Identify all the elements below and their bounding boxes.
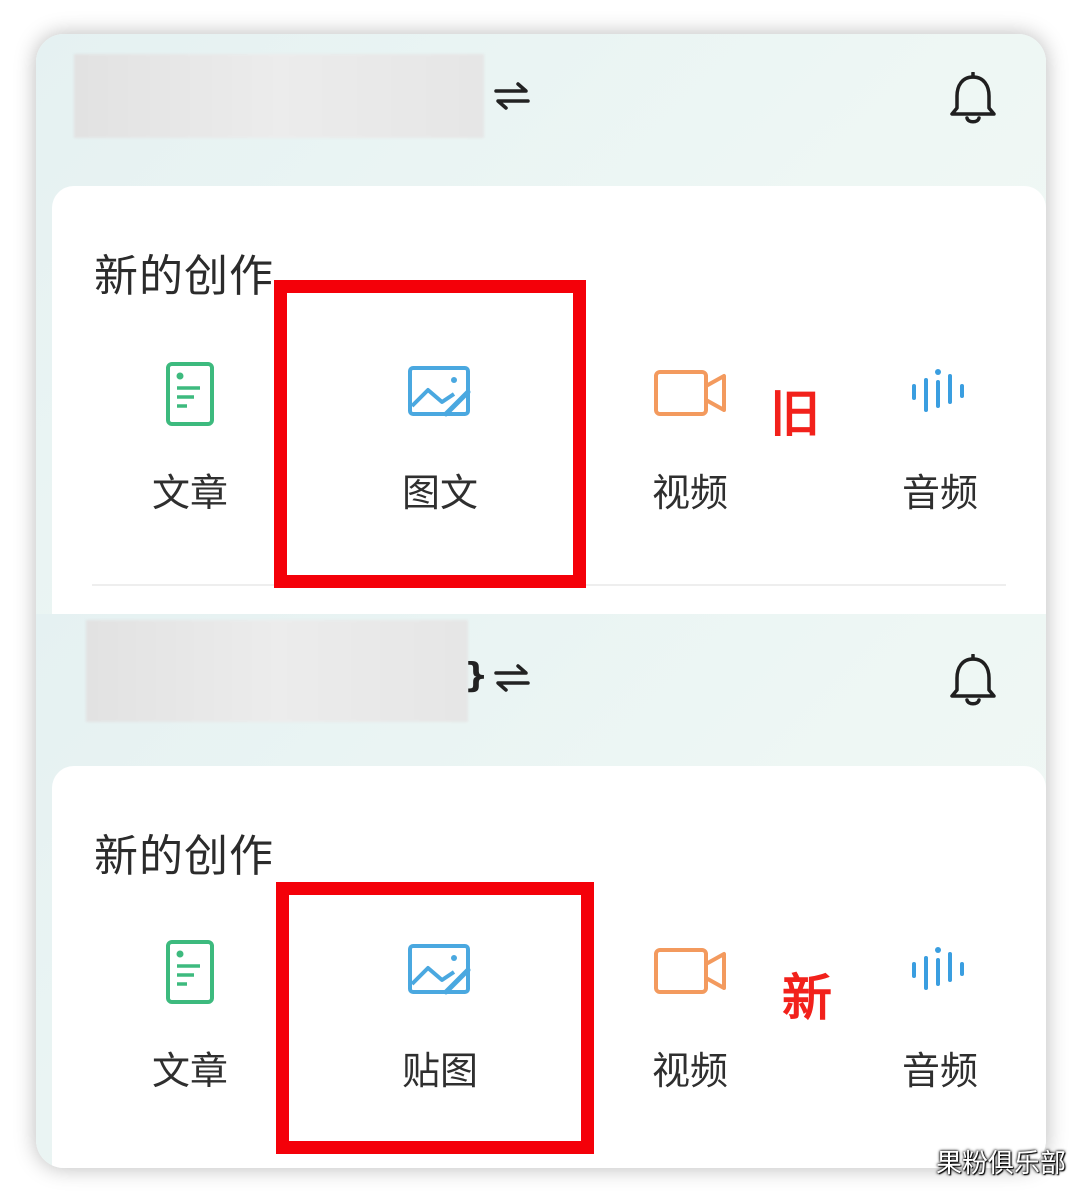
video-icon [654,370,726,416]
notification-bell-icon[interactable] [948,654,998,708]
tile-label: 文章 [151,471,228,515]
blurred-account-name [74,54,484,138]
tile-label: 音频 [901,1049,978,1093]
watermark: 果粉俱乐部 [935,1149,1066,1179]
old-highlight-box [274,280,586,588]
audio-icon [912,369,964,412]
tile-audio[interactable]: 音频 [860,940,1020,1110]
header-text-fragment: } [464,656,489,696]
card-title: 新的创作 [94,831,274,882]
tile-label: 音频 [901,471,978,515]
card-title: 新的创作 [94,251,274,302]
audio-icon [912,947,964,990]
new-highlight-box [276,882,594,1154]
tile-label: 视频 [651,1049,728,1093]
video-icon [654,948,726,994]
notification-bell-icon[interactable] [948,72,998,126]
switch-account-icon[interactable] [492,78,532,114]
tile-video[interactable]: 视频 [610,940,770,1110]
tile-article[interactable]: 文章 [110,362,270,532]
blurred-account-name [86,620,468,722]
switch-account-icon[interactable] [492,660,532,696]
old-annotation-label: 旧 [770,385,820,443]
tile-article[interactable]: 文章 [110,940,270,1110]
tile-audio[interactable]: 音频 [860,362,1020,532]
tile-label: 视频 [651,471,728,515]
tile-label: 文章 [151,1049,228,1093]
article-icon [166,940,214,1004]
tile-video[interactable]: 视频 [610,362,770,532]
article-icon [166,362,214,426]
new-annotation-label: 新 [782,969,832,1027]
